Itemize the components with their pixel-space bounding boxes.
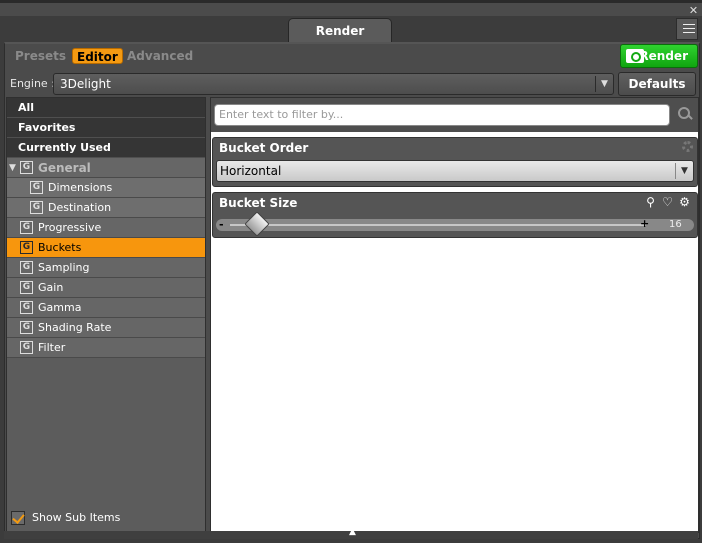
sidebar-item-favorites[interactable]: Favorites: [7, 118, 205, 138]
sidebar-item-buckets[interactable]: G Buckets: [7, 238, 205, 258]
group-icon: G: [20, 321, 33, 334]
sidebar-item-label: Dimensions: [48, 181, 113, 194]
close-icon[interactable]: ✕: [688, 5, 699, 16]
bucket-size-value[interactable]: 16: [669, 219, 682, 230]
bottom-resize-bar[interactable]: ▲: [4, 527, 698, 539]
chevron-down-icon: ▼: [595, 76, 613, 92]
render-button[interactable]: Render: [620, 44, 698, 68]
increment-icon[interactable]: +: [640, 217, 649, 230]
group-icon: G: [20, 261, 33, 274]
bucket-order-title: Bucket Order: [219, 141, 309, 155]
group-icon: G: [20, 161, 33, 174]
sidebar-item-label: Sampling: [38, 261, 90, 274]
filter-bar: Enter text to filter by...: [211, 98, 698, 132]
sidebar-group-general[interactable]: ▼ G General: [7, 158, 205, 178]
camera-icon: [626, 49, 644, 63]
bucket-order-property: Bucket Order Horizontal ▼: [212, 137, 698, 187]
filter-input[interactable]: Enter text to filter by...: [214, 104, 670, 126]
mode-tabs: Presets Editor Advanced Render: [5, 44, 699, 70]
gear-icon[interactable]: [682, 141, 693, 152]
expand-triangle-icon[interactable]: ▼: [9, 158, 16, 178]
sidebar: All Favorites Currently Used ▼ G General…: [6, 97, 206, 533]
expand-up-icon[interactable]: ▲: [349, 527, 356, 537]
sidebar-item-gamma[interactable]: G Gamma: [7, 298, 205, 318]
tab-editor[interactable]: Editor: [72, 48, 123, 64]
bucket-order-value: Horizontal: [220, 164, 282, 178]
bucket-size-title: Bucket Size: [219, 196, 298, 210]
heart-icon[interactable]: ♡: [661, 196, 674, 209]
sidebar-item-gain[interactable]: G Gain: [7, 278, 205, 298]
sidebar-item-label: Buckets: [38, 241, 82, 254]
chevron-down-icon: ▼: [675, 163, 693, 179]
sidebar-item-label: Gamma: [38, 301, 82, 314]
show-sub-items-label: Show Sub Items: [32, 511, 121, 524]
sidebar-item-filter[interactable]: G Filter: [7, 338, 205, 358]
bucket-size-slider[interactable]: - + 16: [216, 211, 694, 237]
pane-menu-icon[interactable]: [676, 18, 698, 40]
engine-select[interactable]: 3Delight ▼: [53, 73, 614, 95]
render-button-label: Render: [639, 49, 688, 63]
search-icon[interactable]: [678, 107, 692, 121]
group-icon: G: [20, 281, 33, 294]
sidebar-item-label: Progressive: [38, 221, 102, 234]
group-icon: G: [30, 201, 43, 214]
defaults-button[interactable]: Defaults: [618, 72, 696, 96]
group-icon: G: [20, 221, 33, 234]
sidebar-item-shading-rate[interactable]: G Shading Rate: [7, 318, 205, 338]
tab-presets[interactable]: Presets: [15, 49, 66, 63]
group-icon: G: [20, 341, 33, 354]
pane-tab-render-settings[interactable]: Render Settings: [288, 18, 392, 62]
sidebar-item-label: Destination: [48, 201, 112, 214]
sidebar-item-destination[interactable]: G Destination: [7, 198, 205, 218]
engine-label: Engine :: [10, 77, 55, 90]
gear-icon[interactable]: ⚙: [678, 196, 691, 209]
bucket-order-select[interactable]: Horizontal ▼: [216, 160, 694, 182]
show-sub-items-checkbox[interactable]: [11, 511, 25, 525]
slider-thumb[interactable]: [244, 211, 270, 237]
engine-value: 3Delight: [60, 77, 111, 91]
bucket-size-property: Bucket Size ⚲ ♡ ⚙ - + 16: [212, 192, 698, 238]
property-icons: ⚲ ♡ ⚙: [644, 196, 694, 210]
decrement-icon[interactable]: -: [219, 218, 224, 231]
sidebar-item-all[interactable]: All: [7, 98, 205, 118]
sidebar-item-dimensions[interactable]: G Dimensions: [7, 178, 205, 198]
engine-row: Engine : 3Delight ▼ Defaults: [5, 71, 699, 97]
sidebar-item-progressive[interactable]: G Progressive: [7, 218, 205, 238]
sidebar-item-sampling[interactable]: G Sampling: [7, 258, 205, 278]
slider-track: [230, 224, 646, 226]
render-settings-panel: Presets Editor Advanced Render Engine : …: [4, 42, 700, 539]
sidebar-item-currently-used[interactable]: Currently Used: [7, 138, 205, 158]
sidebar-item-label: Filter: [38, 341, 66, 354]
sidebar-item-label: Shading Rate: [38, 321, 112, 334]
property-area: Enter text to filter by... Bucket Order …: [210, 97, 699, 533]
sidebar-group-label: General: [38, 161, 91, 175]
title-strip: ✕: [0, 0, 702, 16]
group-icon: G: [20, 241, 33, 254]
link-icon[interactable]: ⚲: [644, 196, 657, 209]
group-icon: G: [30, 181, 43, 194]
pane-tab-bar: Render Settings: [0, 16, 702, 62]
sidebar-item-label: Gain: [38, 281, 64, 294]
group-icon: G: [20, 301, 33, 314]
tab-advanced[interactable]: Advanced: [127, 49, 193, 63]
